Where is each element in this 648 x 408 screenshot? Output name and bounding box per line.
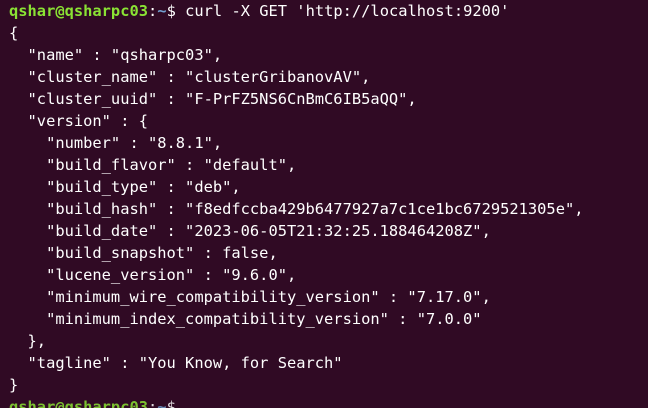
prompt-dollar: $ <box>166 2 186 20</box>
next-prompt-path: ~ <box>157 398 167 408</box>
next-prompt-user: qshar@qsharpc03 <box>9 398 148 408</box>
prompt-user: qshar@qsharpc03 <box>9 2 148 20</box>
output-line: "tagline" : "You Know, for Search" <box>9 354 343 372</box>
output-line: "number" : "8.8.1", <box>9 134 223 152</box>
next-prompt-line[interactable]: qshar@qsharpc03:~$ <box>9 396 584 408</box>
output-line: "cluster_uuid" : "F-PrFZ5NS6CnBmC6IB5aQQ… <box>9 90 417 108</box>
terminal-window[interactable]: qshar@qsharpc03:~$ curl -X GET 'http://l… <box>0 0 648 408</box>
output-line: "build_date" : "2023-06-05T21:32:25.1884… <box>9 222 491 240</box>
output-line: }, <box>9 332 47 350</box>
terminal-output: qshar@qsharpc03:~$ curl -X GET 'http://l… <box>9 0 584 408</box>
output-line: "build_snapshot" : false, <box>9 244 278 262</box>
prompt-colon: : <box>148 2 158 20</box>
output-line: "minimum_index_compatibility_version" : … <box>9 310 482 328</box>
next-prompt-dollar: $ <box>166 398 176 408</box>
output-line: "build_type" : "deb", <box>9 178 241 196</box>
output-line: "cluster_name" : "clusterGribanovAV", <box>9 68 371 86</box>
prompt-path: ~ <box>157 2 167 20</box>
output-line: { <box>9 24 19 42</box>
output-line: "version" : { <box>9 112 148 130</box>
output-line: "build_hash" : "f8edfccba429b6477927a7c1… <box>9 200 584 218</box>
output-line: "minimum_wire_compatibility_version" : "… <box>9 288 491 306</box>
command-text: curl -X GET 'http://localhost:9200' <box>185 2 510 20</box>
output-line: "name" : "qsharpc03", <box>9 46 223 64</box>
output-line: } <box>9 376 19 394</box>
output-line: "lucene_version" : "9.6.0", <box>9 266 297 284</box>
output-line: "build_flavor" : "default", <box>9 156 297 174</box>
command-line: qshar@qsharpc03:~$ curl -X GET 'http://l… <box>9 0 584 22</box>
next-prompt-colon: : <box>148 398 158 408</box>
